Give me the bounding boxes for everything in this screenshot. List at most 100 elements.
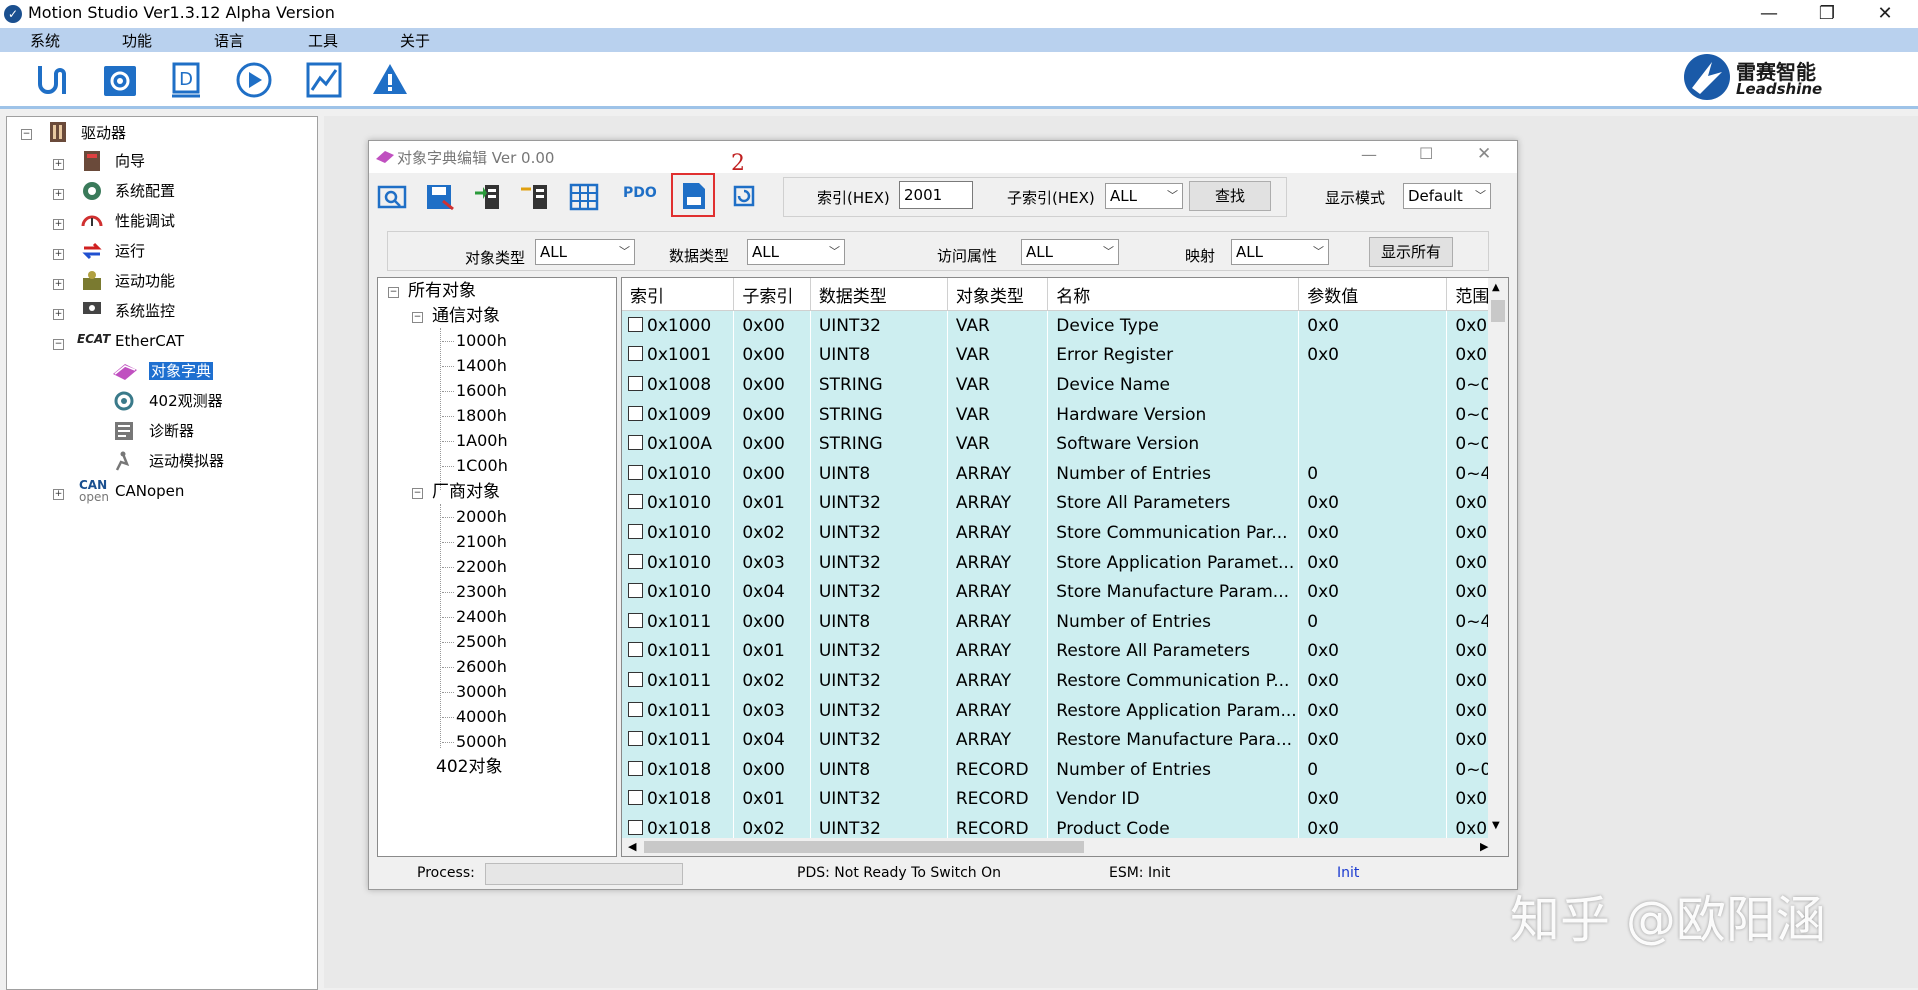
dialog-minimize-button[interactable]: — [1361, 145, 1377, 164]
column-header[interactable]: 名称 [1047, 278, 1300, 311]
vertical-scrollbar[interactable]: ▲ ▼ [1488, 278, 1508, 838]
row-checkbox[interactable] [628, 375, 643, 391]
table-view-icon[interactable] [567, 179, 601, 213]
collapse-root-icon[interactable]: − [21, 129, 32, 140]
collapse-vendor-icon[interactable]: − [412, 488, 423, 499]
tree-item-ethercat[interactable]: EtherCAT [115, 328, 184, 354]
column-header[interactable]: 索引 [622, 278, 735, 311]
mapping-select[interactable]: ALL ﹀ [1231, 239, 1329, 265]
scroll-left-icon[interactable]: ◀ [628, 840, 636, 853]
chart-icon[interactable] [304, 60, 344, 100]
tree-node-2200h[interactable]: 2200h [456, 554, 507, 580]
dialog-close-button[interactable]: ✕ [1477, 144, 1491, 164]
tree-item-system-monitor[interactable]: 系统监控 [115, 298, 175, 324]
row-checkbox[interactable] [628, 494, 643, 510]
table-row[interactable]: 0x1001 0x00 UINT8 VAR Error Register 0x0 0x0 [622, 340, 1508, 371]
upload-parameters-icon[interactable] [471, 179, 505, 213]
tree-node-1400h[interactable]: 1400h [456, 353, 507, 379]
table-row[interactable]: 0x1011 0x03 UINT32 ARRAY Restore Application… [622, 695, 1508, 726]
access-select[interactable]: ALL ﹀ [1021, 239, 1119, 265]
tree-item-system-config[interactable]: 系统配置 [115, 178, 175, 204]
refresh-icon[interactable] [727, 179, 761, 213]
row-checkbox[interactable] [628, 790, 643, 806]
tree-item-motion-simulator[interactable]: 运动模拟器 [149, 448, 224, 474]
tree-node-1600h[interactable]: 1600h [456, 378, 507, 404]
row-checkbox[interactable] [628, 701, 643, 717]
expand-config-icon[interactable]: + [53, 189, 64, 200]
table-row[interactable]: 0x1011 0x04 UINT32 ARRAY Restore Manufacture… [622, 725, 1508, 755]
table-row[interactable]: 0x1011 0x00 UINT8 ARRAY Number of Entries 0 0~… [622, 606, 1508, 637]
table-row[interactable]: 0x1010 0x03 UINT32 ARRAY Store Application P… [622, 547, 1508, 578]
export-icon[interactable] [677, 179, 711, 213]
table-row[interactable]: 0x1010 0x02 UINT32 ARRAY Store Communication… [622, 518, 1508, 548]
row-checkbox[interactable] [628, 731, 643, 747]
table-row[interactable]: 0x100A 0x00 STRING VAR Software Version 0~0 [622, 429, 1508, 459]
expand-run-icon[interactable]: + [53, 249, 64, 260]
display-mode-select[interactable]: Default ﹀ [1403, 183, 1491, 209]
column-header[interactable]: 对象类型 [947, 278, 1049, 311]
table-row[interactable]: 0x1000 0x00 UINT32 VAR Device Type 0x0 0x0 [622, 310, 1508, 341]
tree-comm-objects[interactable]: 通信对象 [432, 303, 500, 329]
tree-item-canopen[interactable]: CANopen [115, 478, 184, 504]
row-checkbox[interactable] [628, 435, 643, 451]
tree-node-5000h[interactable]: 5000h [456, 729, 507, 755]
dialog-maximize-button[interactable]: ☐ [1419, 144, 1433, 163]
drive-d-icon[interactable]: D [168, 60, 208, 100]
row-checkbox[interactable] [628, 642, 643, 658]
row-checkbox[interactable] [628, 523, 643, 539]
tree-item-diagnostics[interactable]: 诊断器 [149, 418, 194, 444]
horizontal-scroll-thumb[interactable] [644, 841, 1084, 853]
table-row[interactable]: 0x1010 0x01 UINT32 ARRAY Store All Parameter… [622, 488, 1508, 519]
menu-tools[interactable]: 工具 [308, 30, 338, 51]
table-row[interactable]: 0x1010 0x00 UINT8 ARRAY Number of Entries 0 0~… [622, 458, 1508, 489]
row-checkbox[interactable] [628, 760, 643, 776]
tree-node-1000h[interactable]: 1000h [456, 328, 507, 354]
show-all-button[interactable]: 显示所有 [1369, 237, 1453, 267]
table-row[interactable]: 0x1018 0x00 UINT8 RECORD Number of Entries 0 0… [622, 754, 1508, 785]
object-type-select[interactable]: ALL ﹀ [535, 239, 635, 265]
expand-monitor-icon[interactable]: + [53, 309, 64, 320]
collapse-comm-icon[interactable]: − [412, 312, 423, 323]
tree-node-2400h[interactable]: 2400h [456, 604, 507, 630]
tree-node-2500h[interactable]: 2500h [456, 629, 507, 655]
column-header[interactable]: 数据类型 [810, 278, 948, 311]
index-input[interactable]: 2001 [899, 181, 973, 209]
tree-item-object-dictionary[interactable]: 对象字典 [149, 358, 214, 384]
table-row[interactable]: 0x1008 0x00 STRING VAR Device Name 0~0 [622, 370, 1508, 400]
download-parameters-icon[interactable] [519, 179, 553, 213]
collapse-all-objects-icon[interactable]: − [388, 287, 399, 298]
row-checkbox[interactable] [628, 464, 643, 480]
find-button[interactable]: 查找 [1189, 181, 1271, 211]
scroll-down-icon[interactable]: ▼ [1492, 820, 1500, 831]
row-checkbox[interactable] [628, 583, 643, 599]
table-row[interactable]: 0x1011 0x01 UINT32 ARRAY Restore All Paramet… [622, 636, 1508, 667]
row-checkbox[interactable] [628, 612, 643, 628]
expand-motion-icon[interactable]: + [53, 279, 64, 290]
tree-item-402-observer[interactable]: 402观测器 [149, 388, 223, 414]
column-header[interactable]: 参数值 [1298, 278, 1448, 311]
row-checkbox[interactable] [628, 553, 643, 569]
tree-node-1800h[interactable]: 1800h [456, 403, 507, 429]
menu-about[interactable]: 关于 [400, 30, 430, 51]
tree-item-wizard[interactable]: 向导 [115, 148, 145, 174]
parameter-gear-icon[interactable] [100, 60, 140, 100]
run-play-icon[interactable] [234, 60, 274, 100]
scroll-up-icon[interactable]: ▲ [1492, 282, 1500, 293]
warning-icon[interactable] [370, 60, 410, 100]
expand-wizard-icon[interactable]: + [53, 159, 64, 170]
column-header[interactable]: 子索引 [733, 278, 811, 311]
data-type-select[interactable]: ALL ﹀ [747, 239, 845, 265]
minimize-button[interactable]: — [1746, 2, 1792, 26]
menu-function[interactable]: 功能 [122, 30, 152, 51]
tree-all-objects[interactable]: 所有对象 [408, 278, 476, 304]
tree-item-motion-function[interactable]: 运动功能 [115, 268, 175, 294]
expand-tuning-icon[interactable]: + [53, 219, 64, 230]
table-row[interactable]: 0x1018 0x01 UINT32 RECORD Vendor ID 0x0 0x0 [622, 784, 1508, 815]
table-row[interactable]: 0x1009 0x00 STRING VAR Hardware Version 0~0 [622, 399, 1508, 430]
tree-node-2100h[interactable]: 2100h [456, 529, 507, 555]
vertical-scroll-thumb[interactable] [1491, 300, 1505, 322]
tree-node-4000h[interactable]: 4000h [456, 704, 507, 730]
horizontal-scrollbar[interactable]: ◀ ▶ [622, 838, 1508, 856]
restore-button[interactable]: ❐ [1804, 2, 1850, 26]
tree-node-2300h[interactable]: 2300h [456, 579, 507, 605]
